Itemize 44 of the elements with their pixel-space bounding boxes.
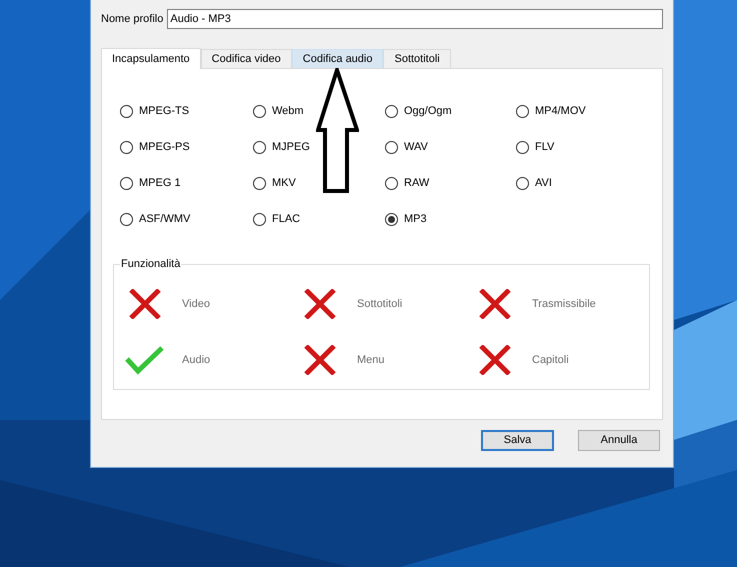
radio-label: WAV (404, 140, 428, 155)
radio-label: MPEG 1 (139, 176, 181, 191)
radio-label: RAW (404, 176, 430, 191)
radio-label: Webm (272, 104, 304, 119)
feature-label: Audio (182, 352, 210, 368)
radio-button[interactable] (120, 104, 133, 118)
radio-label: Ogg/Ogm (404, 104, 452, 119)
radio-button[interactable] (385, 104, 398, 118)
dialog-button[interactable]: Salva (481, 430, 554, 451)
feature-label: Capitoli (532, 352, 569, 368)
radio-button[interactable] (516, 176, 529, 190)
radio-label: AVI (535, 176, 552, 191)
feature-label: Video (182, 296, 210, 312)
tab[interactable]: Codifica audio (292, 49, 384, 68)
radio-label: MP4/MOV (535, 104, 586, 119)
radio-button[interactable] (120, 140, 133, 154)
radio-label: FLV (535, 140, 554, 155)
radio-label: ASF/WMV (139, 212, 190, 227)
radio-button[interactable] (253, 176, 266, 190)
radio-button[interactable] (253, 212, 266, 226)
radio-label: MJPEG (272, 140, 310, 155)
feature-label: Menu (357, 352, 385, 368)
tab[interactable]: Incapsulamento (101, 48, 201, 69)
radio-button[interactable] (516, 140, 529, 154)
radio-label: MP3 (404, 212, 427, 227)
radio-button[interactable] (120, 212, 133, 226)
feature-label: Trasmissibile (532, 296, 596, 312)
radio-button[interactable] (385, 212, 398, 226)
dialog-button[interactable]: Annulla (578, 430, 660, 451)
radio-label: FLAC (272, 212, 300, 227)
radio-button[interactable] (385, 140, 398, 154)
radio-button[interactable] (120, 176, 133, 190)
radio-label: MPEG-PS (139, 140, 190, 155)
radio-button[interactable] (385, 176, 398, 190)
tab[interactable]: Sottotitoli (383, 49, 451, 68)
radio-button[interactable] (516, 104, 529, 118)
input-field[interactable]: Audio - MP3 (167, 9, 663, 29)
radio-button[interactable] (253, 140, 266, 154)
radio-button[interactable] (253, 104, 266, 118)
radio-label: MKV (272, 176, 296, 191)
tab[interactable]: Codifica video (200, 49, 292, 68)
radio-label: MPEG-TS (139, 104, 190, 119)
field-label: Nome profilo (101, 12, 164, 27)
feature-label: Sottotitoli (357, 296, 402, 312)
